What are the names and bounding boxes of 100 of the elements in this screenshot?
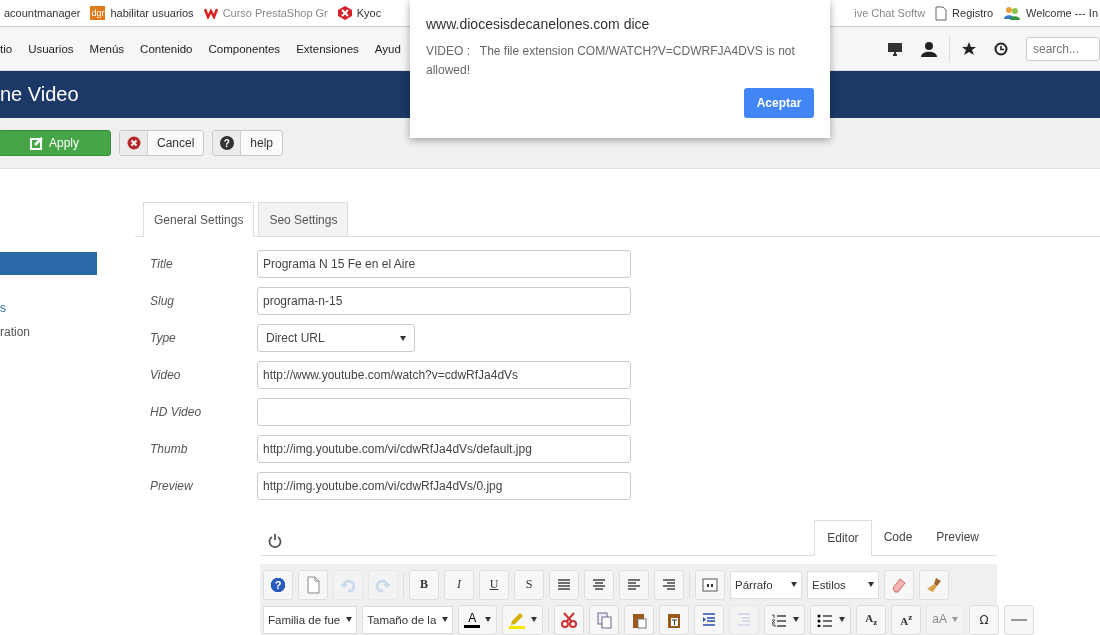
bookmark-logo-icon [203, 7, 218, 19]
brush-icon [925, 575, 943, 594]
align-center-button[interactable] [584, 569, 614, 600]
format-button[interactable]: A$^{z}$ [891, 604, 922, 635]
cancel-button[interactable]: Cancel [119, 130, 205, 156]
bookmark-link[interactable]: ive Chat Softw [854, 7, 926, 19]
caret-icon [868, 582, 874, 587]
caret-icon [400, 335, 406, 341]
field-label: HD Video [149, 405, 203, 419]
bookmark-link[interactable]: Curso PrestaShop Gr [222, 7, 328, 19]
menu-item[interactable]: Contenido [132, 42, 201, 55]
sidebar-item[interactable]: ration [0, 322, 97, 342]
editor-tab[interactable]: Code [871, 520, 925, 554]
quote-icon [701, 575, 719, 594]
bookmark-link[interactable]: Welcome --- In [1026, 7, 1098, 19]
caret-icon [791, 582, 797, 587]
style-select[interactable]: Estilos [807, 570, 879, 599]
caret-icon [839, 617, 846, 622]
style-select[interactable]: Párrafo [730, 570, 802, 599]
dialog-message: VIDEO : The file extension COM/WATCH?V=CDWRFJA4DVS is not allowed! [426, 43, 796, 79]
dropdown-button[interactable] [810, 604, 852, 635]
field-label: Thumb [149, 442, 189, 456]
text-field[interactable] [257, 398, 631, 426]
eraser-button[interactable] [884, 569, 914, 600]
bookmark-logo-icon [337, 6, 352, 20]
power-icon[interactable] [268, 533, 282, 548]
align-right-button[interactable] [654, 569, 684, 600]
star-icon[interactable] [962, 41, 976, 56]
text-field[interactable]: http://img.youtube.com/vi/cdwRfJa4dVs/0.jpg [257, 472, 631, 500]
document-icon [304, 575, 322, 594]
editor-tab[interactable]: Preview [924, 520, 991, 554]
page-title: ne Video [0, 83, 79, 106]
numbered-list-icon [770, 612, 789, 627]
text-field[interactable]: programa-n-15 [257, 287, 631, 315]
field-label: Title [149, 257, 174, 271]
edit-icon [30, 136, 43, 150]
text-field[interactable]: http://img.youtube.com/vi/cdwRfJa4dVs/default.jpg [257, 435, 631, 463]
brush-button[interactable] [919, 569, 949, 600]
bookmark-logo-icon: dgr [90, 6, 106, 20]
scissors-button[interactable] [554, 604, 585, 635]
dropdown-button[interactable] [764, 604, 806, 635]
sidebar-item[interactable]: s [0, 298, 97, 318]
format-button[interactable]: A$_{z}$ [856, 604, 887, 635]
menu-item[interactable]: tio [0, 42, 21, 55]
dialog-title: www.diocesisdecanelones.com dice [426, 16, 651, 32]
bookmark-link[interactable]: Kyoc [356, 7, 382, 19]
menu-item[interactable]: Menús [81, 42, 133, 55]
bullet-list-icon [816, 612, 835, 627]
style-select[interactable]: Tamaño de la [362, 605, 454, 634]
hr-icon [1010, 618, 1027, 621]
user-icon[interactable] [921, 40, 937, 57]
search-field[interactable]: search... [1026, 36, 1100, 61]
tab[interactable]: General Settings [143, 202, 255, 237]
caret-icon [346, 617, 353, 622]
bookmark-link[interactable]: acountmanager [4, 7, 81, 19]
align-justify-button[interactable] [549, 569, 579, 600]
type-select[interactable]: Direct URL [257, 324, 415, 352]
help-button[interactable]: ? help [212, 130, 284, 156]
paste-button[interactable] [624, 604, 655, 635]
text-field[interactable]: Programa N 15 Fe en el Aire [257, 250, 631, 278]
menu-item[interactable]: Usuarios [20, 42, 82, 55]
page-icon [935, 5, 948, 21]
copy-icon [595, 610, 614, 629]
editor-tab[interactable]: Editor [814, 520, 872, 556]
indent-button[interactable] [694, 604, 725, 635]
toolbar-button[interactable]: Ω [968, 604, 999, 635]
field-label: Slug [149, 294, 176, 308]
caret-icon [951, 617, 958, 622]
format-button[interactable]: I [444, 569, 474, 600]
caret-icon [485, 617, 492, 622]
people-icon [1003, 6, 1022, 20]
menu-item[interactable]: Extensiones [288, 42, 367, 55]
caret-icon [793, 617, 800, 622]
style-select[interactable]: Familia de fue [263, 605, 358, 634]
menu-item[interactable]: Ayud [366, 42, 409, 55]
close-icon [126, 136, 141, 150]
monitor-icon[interactable] [887, 41, 903, 56]
toolbar-button[interactable]: ? [263, 569, 293, 600]
align-left-button[interactable] [619, 569, 649, 600]
accept-button[interactable]: Aceptar [744, 88, 814, 118]
quote-button[interactable] [695, 569, 725, 600]
format-button[interactable]: B [409, 569, 439, 600]
scissors-icon [560, 610, 579, 629]
paste-text-button[interactable] [659, 604, 690, 635]
format-button[interactable]: S [514, 569, 544, 600]
field-label: Type [149, 331, 177, 345]
bookmark-link[interactable]: Registro [952, 7, 994, 19]
caret-icon [531, 617, 538, 622]
field-label: Video [149, 368, 182, 382]
format-button[interactable]: U [479, 569, 509, 600]
hr-button[interactable] [1003, 604, 1034, 635]
caret-icon [442, 617, 449, 622]
menu-item[interactable]: Componentes [200, 42, 289, 55]
bookmark-link[interactable]: habilitar usuarios [110, 7, 194, 19]
tab[interactable]: Seo Settings [258, 202, 349, 236]
dropdown-button[interactable]: A [458, 604, 498, 635]
text-field[interactable]: http://www.youtube.com/watch?v=cdwRfJa4dVs [257, 361, 631, 389]
help-icon: ? [219, 136, 234, 150]
clock-icon[interactable] [994, 41, 1008, 56]
field-label: Preview [149, 479, 194, 493]
